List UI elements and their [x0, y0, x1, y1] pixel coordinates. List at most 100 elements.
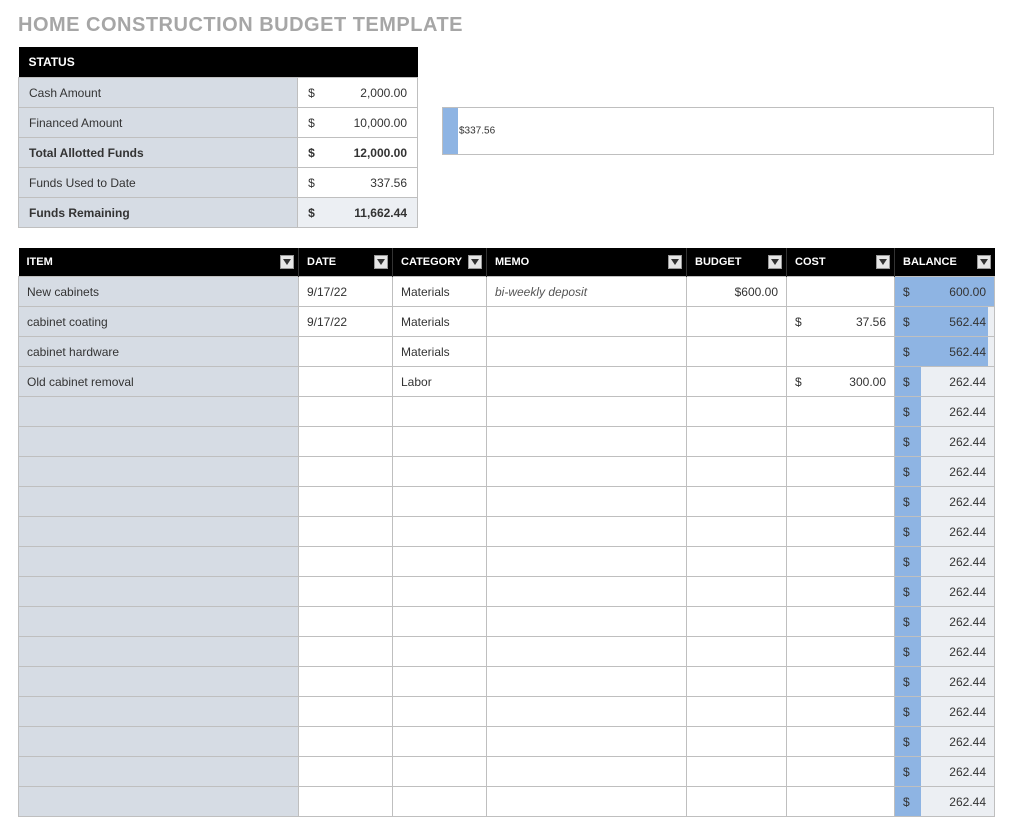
- cell-date[interactable]: [299, 787, 393, 817]
- status-label[interactable]: Cash Amount: [19, 78, 298, 108]
- cell-item[interactable]: [19, 427, 299, 457]
- cell-balance[interactable]: $600.00: [895, 277, 995, 307]
- cell-balance[interactable]: $262.44: [895, 697, 995, 727]
- cell-category[interactable]: [393, 487, 487, 517]
- cell-memo[interactable]: [487, 547, 687, 577]
- filter-icon[interactable]: [876, 255, 890, 269]
- cell-cost[interactable]: [787, 697, 895, 727]
- cell-category[interactable]: Labor: [393, 367, 487, 397]
- cell-balance[interactable]: $262.44: [895, 487, 995, 517]
- status-value[interactable]: $337.56: [298, 168, 418, 198]
- filter-icon[interactable]: [280, 255, 294, 269]
- cell-budget[interactable]: [687, 697, 787, 727]
- cell-budget[interactable]: [687, 667, 787, 697]
- cell-budget[interactable]: [687, 757, 787, 787]
- cell-cost[interactable]: [787, 517, 895, 547]
- cell-balance[interactable]: $262.44: [895, 367, 995, 397]
- cell-budget[interactable]: [687, 337, 787, 367]
- col-budget[interactable]: BUDGET: [687, 248, 787, 277]
- cell-memo[interactable]: [487, 517, 687, 547]
- cell-item[interactable]: Old cabinet removal: [19, 367, 299, 397]
- cell-balance[interactable]: $262.44: [895, 787, 995, 817]
- cell-item[interactable]: [19, 397, 299, 427]
- cell-category[interactable]: Materials: [393, 307, 487, 337]
- cell-item[interactable]: [19, 667, 299, 697]
- cell-item[interactable]: [19, 517, 299, 547]
- cell-date[interactable]: [299, 337, 393, 367]
- cell-budget[interactable]: [687, 487, 787, 517]
- cell-cost[interactable]: [787, 487, 895, 517]
- cell-date[interactable]: [299, 607, 393, 637]
- cell-item[interactable]: [19, 637, 299, 667]
- cell-category[interactable]: Materials: [393, 277, 487, 307]
- cell-cost[interactable]: [787, 427, 895, 457]
- cell-budget[interactable]: $600.00: [687, 277, 787, 307]
- filter-icon[interactable]: [668, 255, 682, 269]
- cell-memo[interactable]: [487, 787, 687, 817]
- cell-category[interactable]: [393, 577, 487, 607]
- col-memo[interactable]: MEMO: [487, 248, 687, 277]
- cell-budget[interactable]: [687, 607, 787, 637]
- cell-balance[interactable]: $262.44: [895, 607, 995, 637]
- cell-balance[interactable]: $562.44: [895, 337, 995, 367]
- cell-memo[interactable]: [487, 337, 687, 367]
- cell-memo[interactable]: [487, 637, 687, 667]
- cell-cost[interactable]: [787, 607, 895, 637]
- filter-icon[interactable]: [768, 255, 782, 269]
- cell-balance[interactable]: $262.44: [895, 667, 995, 697]
- cell-balance[interactable]: $262.44: [895, 757, 995, 787]
- cell-item[interactable]: [19, 457, 299, 487]
- status-value[interactable]: $11,662.44: [298, 198, 418, 228]
- cell-balance[interactable]: $562.44: [895, 307, 995, 337]
- cell-balance[interactable]: $262.44: [895, 457, 995, 487]
- cell-memo[interactable]: [487, 727, 687, 757]
- cell-date[interactable]: [299, 757, 393, 787]
- cell-budget[interactable]: [687, 397, 787, 427]
- cell-memo[interactable]: [487, 427, 687, 457]
- col-cost[interactable]: COST: [787, 248, 895, 277]
- cell-balance[interactable]: $262.44: [895, 577, 995, 607]
- cell-budget[interactable]: [687, 307, 787, 337]
- cell-cost[interactable]: $37.56: [787, 307, 895, 337]
- cell-date[interactable]: [299, 367, 393, 397]
- status-label[interactable]: Funds Remaining: [19, 198, 298, 228]
- cell-budget[interactable]: [687, 637, 787, 667]
- cell-date[interactable]: [299, 397, 393, 427]
- cell-date[interactable]: [299, 547, 393, 577]
- cell-cost[interactable]: [787, 457, 895, 487]
- cell-date[interactable]: [299, 427, 393, 457]
- cell-category[interactable]: [393, 727, 487, 757]
- cell-balance[interactable]: $262.44: [895, 637, 995, 667]
- cell-item[interactable]: [19, 757, 299, 787]
- cell-memo[interactable]: [487, 307, 687, 337]
- cell-cost[interactable]: [787, 727, 895, 757]
- cell-category[interactable]: [393, 397, 487, 427]
- col-date[interactable]: DATE: [299, 248, 393, 277]
- filter-icon[interactable]: [374, 255, 388, 269]
- cell-memo[interactable]: [487, 487, 687, 517]
- cell-category[interactable]: [393, 457, 487, 487]
- cell-category[interactable]: [393, 787, 487, 817]
- cell-cost[interactable]: [787, 787, 895, 817]
- cell-item[interactable]: [19, 787, 299, 817]
- cell-item[interactable]: [19, 487, 299, 517]
- cell-memo[interactable]: bi-weekly deposit: [487, 277, 687, 307]
- col-category[interactable]: CATEGORY: [393, 248, 487, 277]
- cell-memo[interactable]: [487, 697, 687, 727]
- cell-cost[interactable]: [787, 277, 895, 307]
- cell-memo[interactable]: [487, 607, 687, 637]
- cell-item[interactable]: cabinet coating: [19, 307, 299, 337]
- cell-memo[interactable]: [487, 397, 687, 427]
- cell-memo[interactable]: [487, 667, 687, 697]
- cell-item[interactable]: New cabinets: [19, 277, 299, 307]
- cell-balance[interactable]: $262.44: [895, 397, 995, 427]
- cell-category[interactable]: [393, 697, 487, 727]
- cell-cost[interactable]: [787, 637, 895, 667]
- cell-memo[interactable]: [487, 457, 687, 487]
- cell-category[interactable]: [393, 517, 487, 547]
- cell-date[interactable]: [299, 457, 393, 487]
- cell-balance[interactable]: $262.44: [895, 727, 995, 757]
- col-balance[interactable]: BALANCE: [895, 248, 995, 277]
- status-label[interactable]: Funds Used to Date: [19, 168, 298, 198]
- cell-budget[interactable]: [687, 577, 787, 607]
